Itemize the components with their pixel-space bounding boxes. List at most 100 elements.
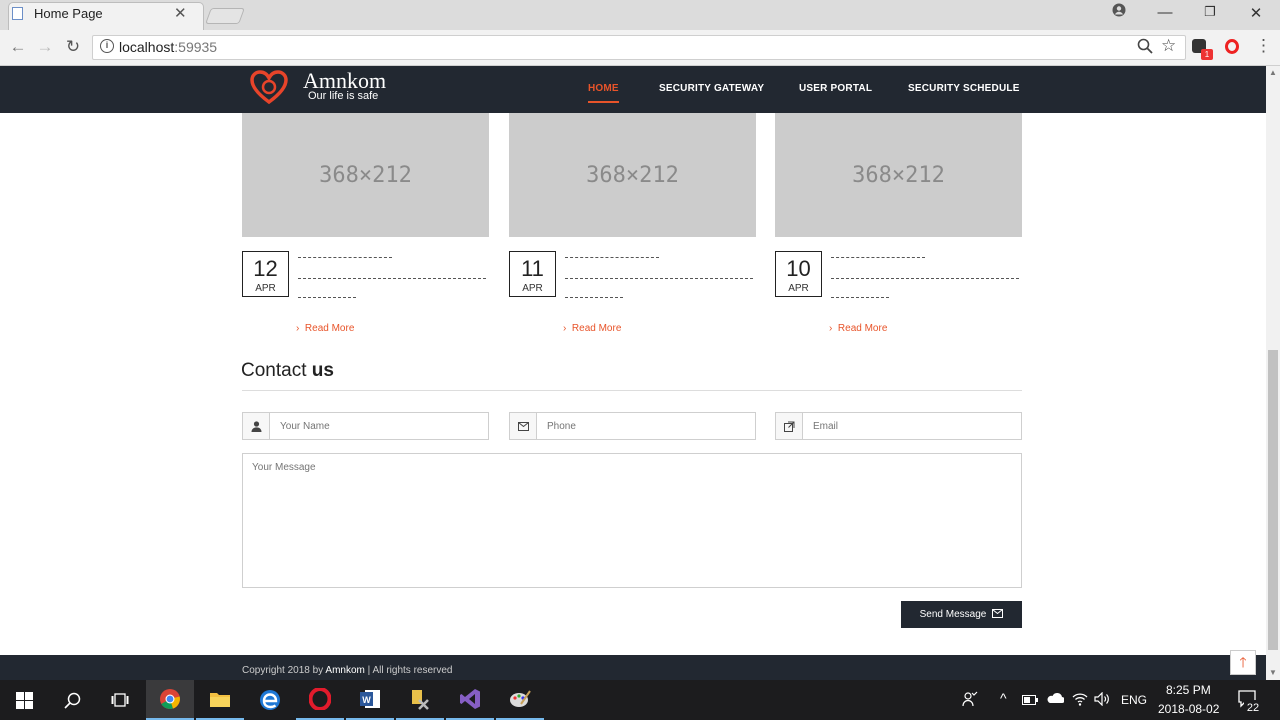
close-window-icon[interactable]: ✕	[1246, 4, 1266, 22]
external-link-icon	[776, 413, 803, 439]
post-month: APR	[522, 283, 543, 294]
back-to-top-button[interactable]: 🡑	[1230, 650, 1256, 675]
notification-count: 22	[1244, 700, 1262, 716]
site-footer	[0, 655, 1266, 680]
url-host: localhost	[119, 39, 175, 55]
site-header	[0, 66, 1266, 113]
battery-icon[interactable]	[1022, 694, 1038, 708]
image-size-label: 368×212	[586, 162, 679, 188]
copyright-brand[interactable]: Amnkom	[325, 665, 364, 676]
post-image[interactable]: 368×212	[242, 113, 489, 237]
chrome-taskbar-icon[interactable]	[146, 680, 194, 720]
nav-user-portal[interactable]: USER PORTAL	[799, 83, 872, 94]
heart-logo-icon[interactable]	[250, 70, 288, 107]
word-icon[interactable]: W	[346, 680, 394, 720]
forward-icon[interactable]: →	[35, 37, 55, 57]
svg-text:W: W	[362, 695, 371, 705]
new-tab-button[interactable]	[205, 8, 245, 24]
contact-heading: Contact us	[241, 360, 334, 382]
post-image[interactable]: 368×212	[775, 113, 1022, 237]
minimize-icon[interactable]: —	[1155, 4, 1175, 21]
email-field	[775, 412, 1022, 440]
scroll-down-icon[interactable]: ▼	[1269, 668, 1277, 677]
developer-tools-icon[interactable]	[396, 680, 444, 720]
name-input[interactable]	[271, 413, 486, 439]
post-excerpt-line	[565, 278, 753, 279]
restore-icon[interactable]: ❐	[1200, 4, 1220, 20]
read-more-label: Read More	[571, 323, 622, 334]
read-more-link[interactable]: › Read More	[829, 323, 887, 334]
post-date: 12 APR	[242, 251, 289, 297]
input-language[interactable]: ENG	[1121, 693, 1147, 707]
copyright-text: Copyright 2018 by Amnkom | All rights re…	[242, 665, 453, 676]
clock-date[interactable]: 2018-08-02	[1158, 702, 1219, 716]
chevron-right-icon: ›	[829, 323, 833, 334]
post-excerpt-line	[298, 278, 486, 279]
post-month: APR	[255, 283, 276, 294]
reload-icon[interactable]: ↻	[63, 37, 83, 57]
post-day: 12	[253, 256, 278, 281]
post-date: 10 APR	[775, 251, 822, 297]
envelope-icon	[510, 413, 537, 439]
address-bar[interactable]	[92, 35, 1186, 60]
read-more-link[interactable]: › Read More	[563, 323, 621, 334]
extension-badge: 1	[1201, 49, 1213, 60]
email-input[interactable]	[804, 413, 1019, 439]
read-more-label: Read More	[304, 323, 355, 334]
clock-time[interactable]: 8:25 PM	[1166, 683, 1211, 697]
opera-taskbar-icon[interactable]	[296, 680, 344, 720]
nav-home[interactable]: HOME	[588, 83, 619, 94]
name-field	[242, 412, 489, 440]
post-month: APR	[788, 283, 809, 294]
message-textarea[interactable]	[242, 453, 1022, 588]
post-excerpt-line	[831, 297, 889, 298]
send-message-button[interactable]: Send Message	[901, 601, 1022, 628]
read-more-link[interactable]: › Read More	[296, 323, 354, 334]
chevron-right-icon: ›	[563, 323, 567, 334]
bookmark-star-icon[interactable]: ☆	[1161, 36, 1176, 56]
contact-heading-bold: us	[311, 360, 334, 381]
wifi-icon[interactable]	[1072, 692, 1088, 709]
copyright-prefix: Copyright 2018 by	[242, 665, 324, 676]
edge-icon[interactable]	[246, 680, 294, 720]
volume-icon[interactable]	[1094, 691, 1110, 709]
task-view-icon[interactable]	[96, 680, 144, 720]
copyright-suffix: | All rights reserved	[367, 665, 453, 676]
post-excerpt-line	[565, 297, 623, 298]
post-image[interactable]: 368×212	[509, 113, 756, 237]
nav-active-indicator	[588, 101, 619, 103]
post-title-line	[565, 257, 659, 258]
contact-heading-light: Contact	[241, 360, 307, 381]
nav-security-schedule[interactable]: SECURITY SCHEDULE	[908, 83, 1020, 94]
nav-security-gateway[interactable]: SECURITY GATEWAY	[659, 83, 764, 94]
site-info-icon[interactable]: i	[100, 39, 114, 53]
user-icon	[243, 413, 270, 439]
show-hidden-icons-icon[interactable]: ^	[1000, 690, 1007, 706]
people-icon[interactable]	[962, 691, 978, 710]
paint-app-icon[interactable]	[496, 680, 544, 720]
phone-input[interactable]	[538, 413, 753, 439]
zoom-icon[interactable]	[1137, 38, 1153, 57]
post-excerpt-line	[831, 278, 1019, 279]
start-button[interactable]	[0, 680, 48, 720]
file-explorer-icon[interactable]	[196, 680, 244, 720]
onedrive-icon[interactable]	[1046, 692, 1065, 707]
tab-title: Home Page	[34, 6, 103, 21]
image-size-label: 368×212	[319, 162, 412, 188]
scrollbar-thumb[interactable]	[1268, 350, 1278, 650]
tab-close-icon[interactable]: ✕	[174, 4, 187, 22]
scroll-up-icon[interactable]: ▲	[1269, 68, 1277, 77]
post-date: 11 APR	[509, 251, 556, 297]
contact-divider	[242, 390, 1022, 391]
post-excerpt-line	[298, 297, 356, 298]
envelope-icon	[992, 608, 1004, 621]
profile-icon[interactable]	[1109, 3, 1129, 21]
opera-extension-icon[interactable]	[1225, 39, 1239, 54]
search-icon[interactable]	[48, 680, 96, 720]
back-icon[interactable]: ←	[8, 37, 28, 57]
browser-menu-icon[interactable]: ⋮	[1255, 36, 1272, 56]
visual-studio-icon[interactable]	[446, 680, 494, 720]
arrow-up-icon: 🡑	[1239, 654, 1247, 670]
url-text[interactable]: localhost:59935	[119, 39, 217, 55]
post-title-line	[831, 257, 925, 258]
